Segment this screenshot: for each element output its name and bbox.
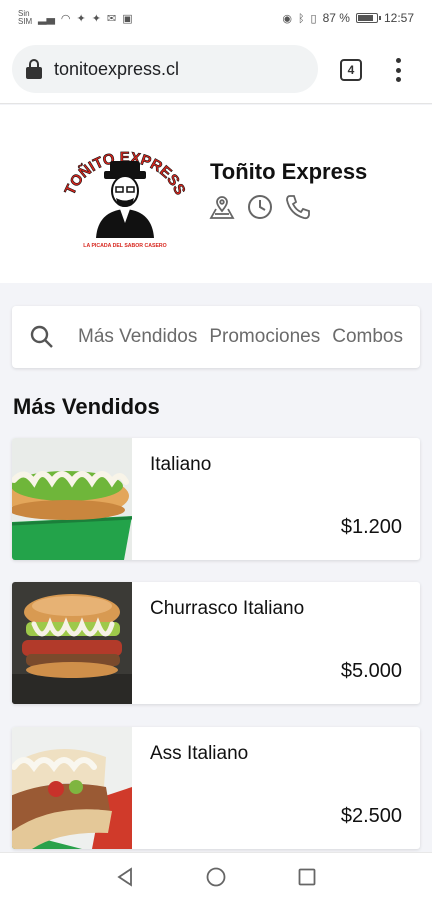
tab-promociones[interactable]: Promociones <box>209 326 320 348</box>
eye-icon: ◉ <box>282 11 292 25</box>
recents-icon[interactable] <box>295 865 319 889</box>
battery-icon <box>355 13 381 23</box>
battery-percent: 87 % <box>322 11 350 25</box>
signal-icon: ▂▄ <box>38 11 55 25</box>
location-pin-icon[interactable] <box>208 193 236 221</box>
product-card-ass-italiano[interactable]: Ass Italiano $2.500 <box>12 727 420 849</box>
url-text[interactable]: tonitoexpress.cl <box>54 59 179 80</box>
tab-switcher-button[interactable]: 4 <box>340 59 362 81</box>
category-tabs: Más Vendidos Promociones Combos <box>72 326 403 348</box>
product-name[interactable]: Ass Italiano <box>150 743 248 765</box>
tab-combos[interactable]: Combos <box>332 326 403 348</box>
bluetooth-icon: ᛒ <box>297 11 305 25</box>
lock-icon[interactable] <box>26 59 42 79</box>
more-options-icon[interactable] <box>390 56 406 84</box>
system-nav-bar <box>0 852 432 900</box>
vibrate-icon: ▯ <box>310 11 317 25</box>
search-icon[interactable] <box>29 324 55 350</box>
product-image[interactable] <box>12 438 132 560</box>
store-info-icons <box>208 193 312 221</box>
home-icon[interactable] <box>204 865 228 889</box>
browser-toolbar: tonitoexpress.cl 4 <box>0 36 432 104</box>
store-name: Toñito Express <box>210 159 368 184</box>
phone-icon[interactable] <box>284 193 312 221</box>
product-image[interactable] <box>12 727 132 849</box>
status-left: Sin SIM ▂▄ ◠ ✦ ✦ ✉ ▣ <box>18 10 133 26</box>
clock-time: 12:57 <box>383 11 414 25</box>
status-bar: Sin SIM ▂▄ ◠ ✦ ✦ ✉ ▣ ◉ ᛒ ▯ 87 % 12:57 <box>0 0 432 36</box>
address-bar[interactable]: tonitoexpress.cl <box>12 45 318 93</box>
product-price: $5.000 <box>340 660 402 682</box>
clock-icon[interactable] <box>246 193 274 221</box>
logo-text-bottom: LA PICADA DEL SABOR CASERO <box>83 243 166 249</box>
carrier-label: Sin SIM <box>18 9 33 26</box>
category-bar: Más Vendidos Promociones Combos <box>12 306 420 368</box>
tab-mas-vendidos[interactable]: Más Vendidos <box>78 326 197 348</box>
status-right: ◉ ᛒ ▯ 87 % 12:57 <box>282 11 414 25</box>
product-card-churrasco-italiano[interactable]: Churrasco Italiano $5.000 <box>12 582 420 704</box>
section-title: Más Vendidos <box>13 394 160 419</box>
product-image[interactable] <box>12 582 132 704</box>
twitter-icon: ✦ <box>91 11 101 25</box>
twitter-icon: ✦ <box>76 11 86 25</box>
search-button[interactable] <box>12 306 72 368</box>
mail-icon: ✉ <box>106 11 117 25</box>
product-card-italiano[interactable]: Italiano $1.200 <box>12 438 420 560</box>
store-header: TOÑITO EXPRESS LA PICADA DEL SABOR CASER… <box>0 105 432 283</box>
back-icon[interactable] <box>113 865 137 889</box>
product-name[interactable]: Italiano <box>150 454 211 476</box>
product-price: $2.500 <box>340 805 402 827</box>
gallery-icon: ▣ <box>122 11 133 25</box>
product-price: $1.200 <box>340 516 402 538</box>
store-logo: TOÑITO EXPRESS LA PICADA DEL SABOR CASER… <box>61 149 189 249</box>
wifi-icon: ◠ <box>60 11 71 25</box>
product-name[interactable]: Churrasco Italiano <box>150 598 304 620</box>
